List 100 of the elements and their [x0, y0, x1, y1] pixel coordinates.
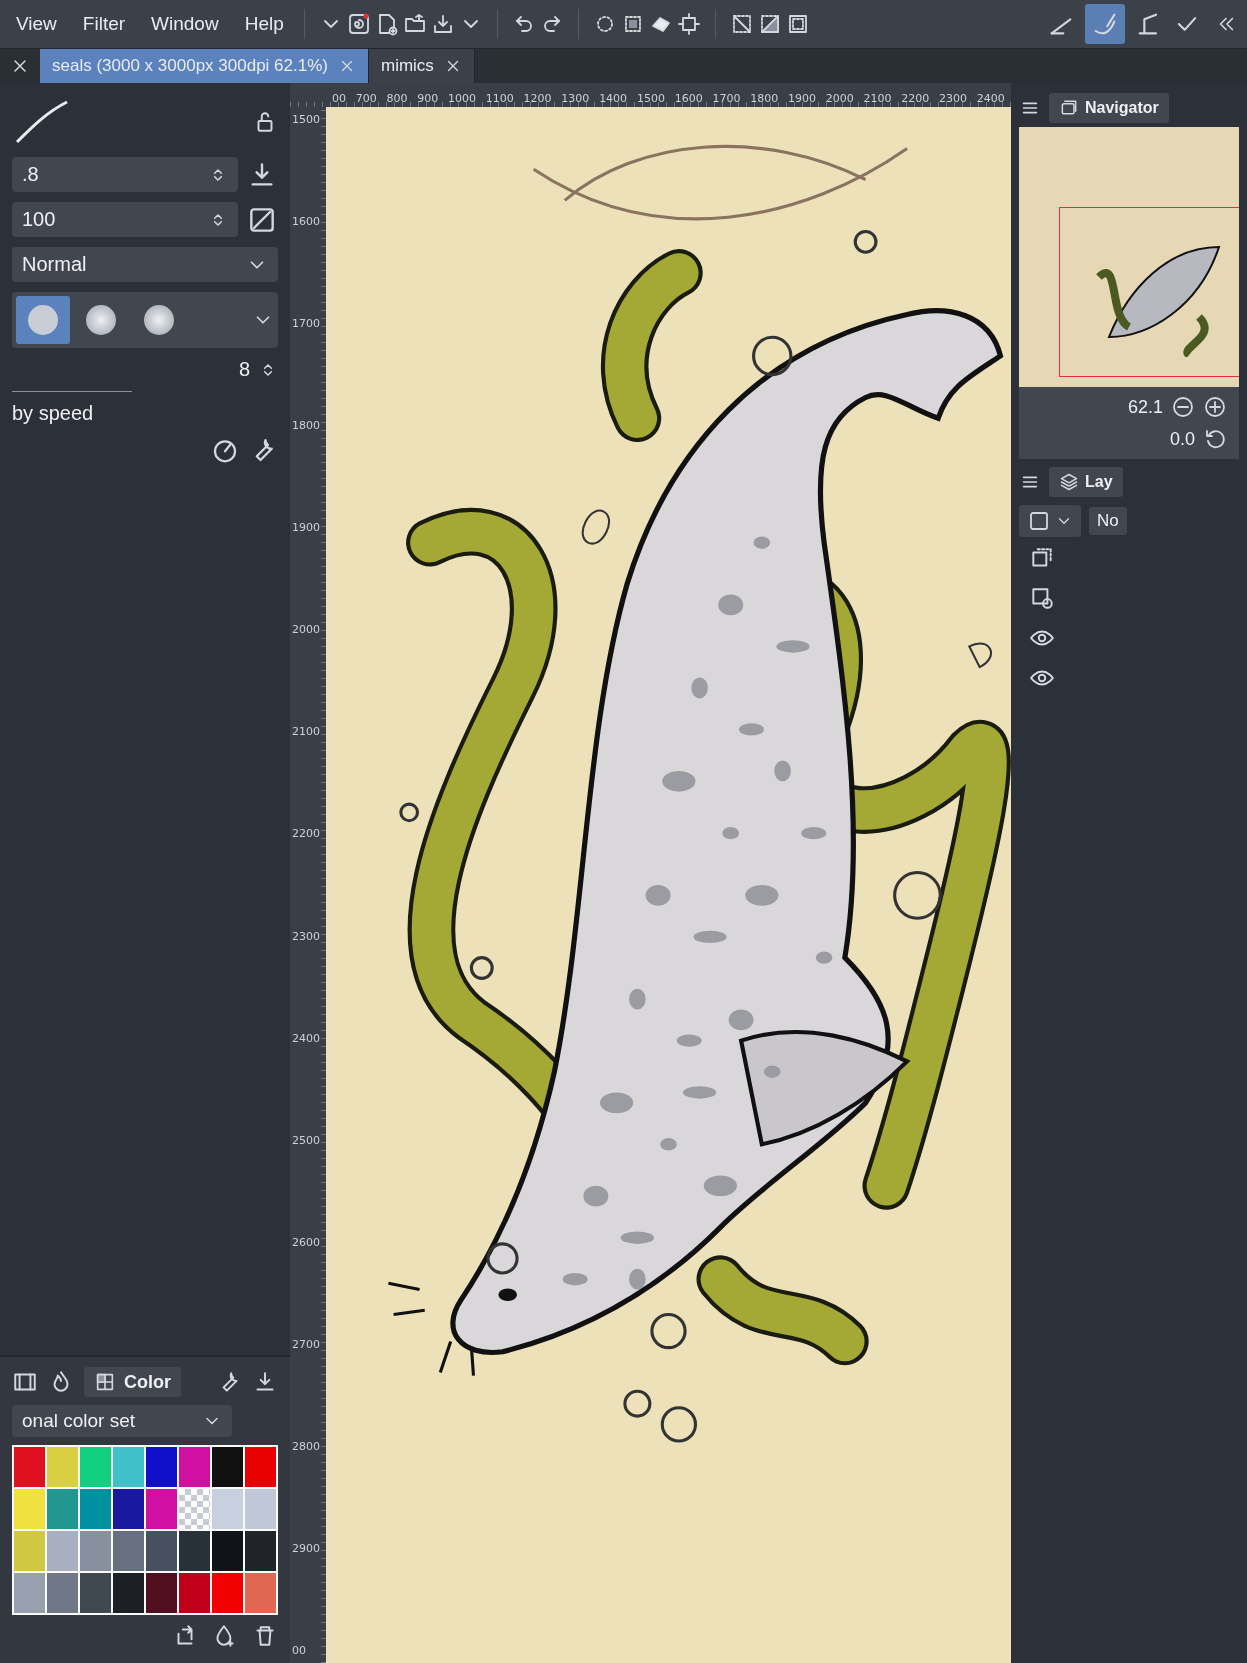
menu-item[interactable]: Help — [238, 9, 290, 39]
layers-icon — [1059, 472, 1079, 492]
menu-item[interactable]: View — [10, 9, 63, 39]
ruler-label: 1000 — [447, 92, 478, 105]
ruler-label: 1700 — [291, 317, 321, 331]
blend-mode-value: Normal — [22, 253, 87, 276]
color-swatch[interactable] — [14, 1489, 45, 1529]
ruler-label: 1500 — [291, 113, 321, 126]
ruler-label: 1900 — [291, 521, 321, 535]
color-swatch[interactable] — [245, 1489, 276, 1529]
ruler-label: 1300 — [560, 92, 591, 105]
color-swatch[interactable] — [113, 1573, 144, 1613]
color-set-icon — [94, 1371, 116, 1393]
ruler-label: 1500 — [635, 92, 666, 105]
color-swatch[interactable] — [14, 1531, 45, 1571]
layer-title: Lay — [1085, 473, 1113, 491]
color-set-value: onal color set — [22, 1410, 135, 1432]
ruler-label: 1700 — [711, 92, 742, 105]
ruler-label: 2600 — [291, 1235, 321, 1249]
color-swatch[interactable] — [47, 1573, 78, 1613]
layer-blend-dropdown[interactable]: No — [1089, 507, 1127, 535]
color-swatch[interactable] — [245, 1573, 276, 1613]
ruler-label: 2200 — [900, 92, 931, 105]
ruler-label: 2500 — [291, 1133, 321, 1147]
color-swatch[interactable] — [179, 1447, 210, 1487]
navigator-icon — [1059, 98, 1079, 118]
zoom-out-icon[interactable] — [1171, 395, 1195, 419]
rotation-value: 0.0 — [1169, 428, 1195, 450]
ruler-label: 2800 — [291, 1439, 321, 1453]
ruler-label: 00 — [331, 92, 347, 105]
ruler-label: 2300 — [938, 92, 968, 105]
color-swatch[interactable] — [80, 1531, 111, 1571]
color-swatch[interactable] — [113, 1489, 144, 1529]
viewport-frame[interactable] — [1059, 207, 1239, 377]
color-swatch[interactable] — [113, 1447, 144, 1487]
pressure-mode-label: by speed — [12, 402, 95, 425]
color-swatch[interactable] — [47, 1531, 78, 1571]
ruler-label: 2000 — [824, 92, 855, 105]
ruler-label: 2000 — [291, 623, 321, 637]
color-panel-title: Color — [124, 1371, 171, 1393]
color-swatch[interactable] — [146, 1447, 177, 1487]
color-swatch[interactable] — [113, 1531, 144, 1571]
color-swatch[interactable] — [146, 1531, 177, 1571]
color-swatch[interactable] — [47, 1447, 78, 1487]
navigator-tab[interactable]: Navigator — [1049, 93, 1169, 123]
color-panel-tab[interactable]: Color — [84, 1367, 181, 1397]
square-icon — [1027, 509, 1051, 533]
color-swatch[interactable] — [14, 1447, 45, 1487]
menu-item[interactable]: Filter — [76, 9, 132, 39]
color-swatch[interactable] — [80, 1573, 111, 1613]
color-swatch[interactable] — [146, 1573, 177, 1613]
ruler-label: 2900 — [291, 1541, 321, 1555]
new-layer-icon[interactable] — [1029, 585, 1055, 611]
transparent-swatch[interactable] — [179, 1489, 210, 1529]
color-swatch[interactable] — [245, 1447, 276, 1487]
ruler-label: 900 — [416, 92, 440, 105]
color-swatch[interactable] — [212, 1489, 243, 1529]
ruler-label: 800 — [385, 92, 409, 105]
zoom-in-icon[interactable] — [1203, 395, 1227, 419]
ruler-label: 1800 — [291, 419, 321, 433]
stabilization-value: 8 — [238, 358, 250, 381]
ruler-label: 00 — [291, 1643, 307, 1657]
ruler-label: 1600 — [673, 92, 704, 105]
opacity-field-value: 100 — [22, 208, 56, 231]
ruler-label: 1200 — [522, 92, 553, 105]
menu-item[interactable]: Window — [145, 9, 225, 39]
color-swatch[interactable] — [212, 1573, 243, 1613]
ruler-label: 1100 — [484, 92, 515, 105]
zoom-value: 62.1 — [1127, 396, 1163, 418]
layer-color-dropdown[interactable] — [1019, 505, 1081, 537]
color-swatch[interactable] — [47, 1489, 78, 1529]
ruler-label: 700 — [354, 92, 378, 105]
app-logo-icon[interactable] — [346, 12, 371, 36]
color-set-dropdown[interactable]: onal color set — [12, 1405, 232, 1437]
color-swatch[interactable] — [14, 1573, 45, 1613]
navigator-title: Navigator — [1085, 99, 1159, 117]
opacity-field[interactable]: 100 — [12, 202, 238, 237]
color-swatch[interactable] — [80, 1489, 111, 1529]
rotate-icon[interactable] — [1203, 427, 1227, 451]
ruler-label: 2100 — [291, 725, 321, 739]
color-swatch[interactable] — [80, 1447, 111, 1487]
ruler-label: 2400 — [975, 92, 1006, 105]
color-swatch[interactable] — [179, 1573, 210, 1613]
brush-size-field-value: .8 — [22, 163, 39, 186]
color-swatch[interactable] — [212, 1531, 243, 1571]
brush-size-field[interactable]: .8 — [12, 157, 238, 192]
color-swatch[interactable] — [179, 1531, 210, 1571]
ruler-label: 2300 — [291, 929, 321, 943]
ruler-label: 1800 — [749, 92, 780, 105]
color-swatch[interactable] — [146, 1489, 177, 1529]
blend-mode-dropdown[interactable]: Normal — [12, 247, 278, 282]
color-swatch[interactable] — [245, 1531, 276, 1571]
crop-icon[interactable] — [676, 12, 701, 36]
color-swatch[interactable] — [212, 1447, 243, 1487]
layer-tab[interactable]: Lay — [1049, 467, 1123, 497]
ruler-label: 2100 — [862, 92, 893, 105]
ruler-label: 1900 — [786, 92, 817, 105]
ruler-label: 2700 — [291, 1337, 321, 1351]
ruler-label: 2400 — [291, 1031, 321, 1045]
ruler-label: 1400 — [598, 92, 629, 105]
